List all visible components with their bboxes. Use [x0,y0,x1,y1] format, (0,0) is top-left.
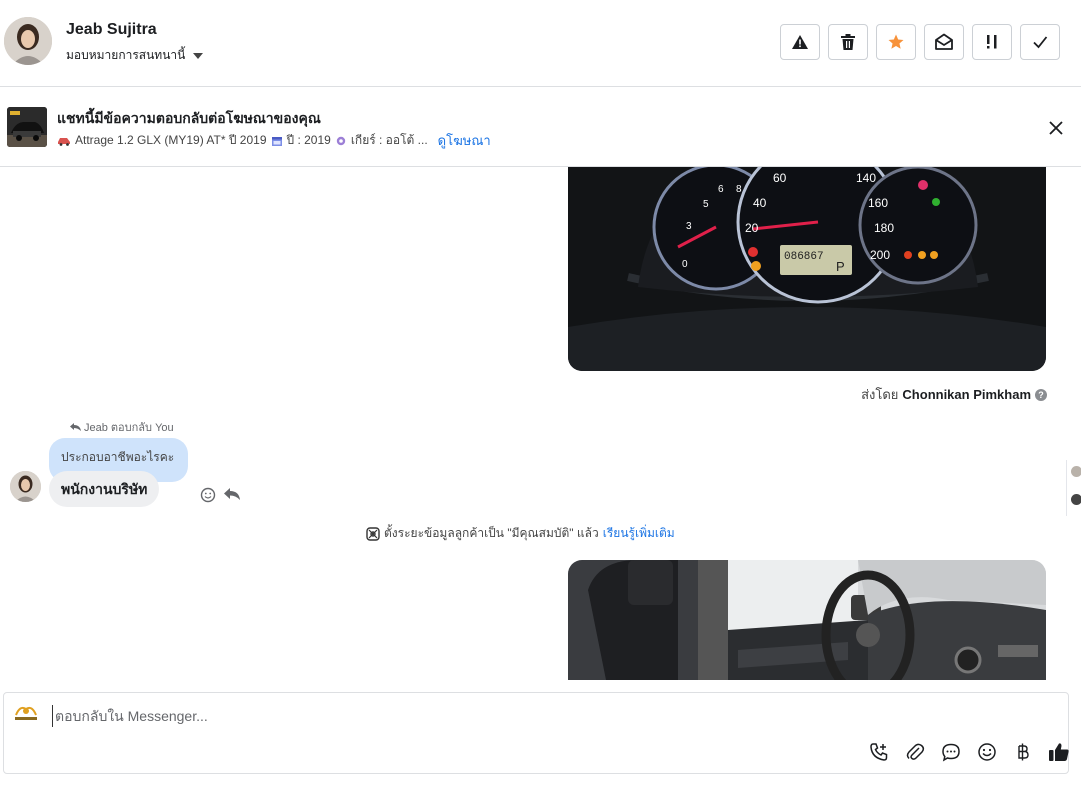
calendar-icon [271,136,282,146]
svg-text:60: 60 [773,171,787,185]
priority-icon [987,35,997,49]
sent-by-prefix: ส่งโดย [861,387,899,402]
svg-text:180: 180 [874,221,894,235]
reply-indicator: Jeab ตอบกลับ You [70,418,174,436]
call-add-icon [870,743,888,761]
mark-spam-button[interactable] [780,24,820,60]
reply-indicator-text: Jeab ตอบกลับ You [84,422,174,434]
dashboard-photo[interactable]: 60 40 20 140 160 180 200 086867 P 5 6 8 … [568,167,1046,371]
reply-icon [224,488,240,500]
contact-name[interactable]: Jeab Sujitra [66,21,157,39]
follow-up-button[interactable] [876,24,916,60]
reply-arrow-icon [70,423,81,431]
incoming-message-bubble[interactable]: พนักงานบริษัท [49,471,160,507]
interior-photo[interactable] [568,560,1046,680]
reply-input[interactable] [52,705,952,727]
emoji-icon [978,743,996,761]
react-button[interactable] [200,487,216,508]
attach-button[interactable] [904,741,926,763]
call-button[interactable] [868,741,890,763]
ad-year: ปี : 2019 [286,133,331,147]
envelope-open-icon [935,33,953,50]
payment-button[interactable] [1012,741,1034,763]
ad-thumbnail[interactable] [7,107,47,147]
baht-icon [1018,743,1029,761]
ad-reply-banner: แชทนี้มีข้อความตอบกลับต่อโฆษณาของคุณ Att… [0,87,1081,167]
close-banner-button[interactable] [1046,118,1066,138]
mark-unread-button[interactable] [924,24,964,60]
svg-text:140: 140 [856,171,876,185]
star-icon [888,34,904,49]
sent-by-name: Chonnikan Pimkham [902,387,1031,402]
svg-text:6: 6 [718,184,724,195]
svg-text:P: P [836,259,845,274]
send-like-button[interactable] [1048,741,1070,763]
svg-text:3: 3 [686,221,692,232]
ad-details: Attrage 1.2 GLX (MY19) AT* ปี 2019 ปี : … [57,130,491,151]
svg-text:20: 20 [745,221,759,235]
svg-text:160: 160 [868,196,888,210]
paperclip-icon [906,743,925,760]
delete-button[interactable] [828,24,868,60]
message-thread[interactable]: 60 40 20 140 160 180 200 086867 P 5 6 8 … [0,167,1081,680]
chat-bubble-icon [942,743,960,762]
trash-icon [841,34,855,50]
svg-text:0: 0 [682,259,688,270]
rail-avatar[interactable] [1071,494,1081,505]
pipeline-icon [366,526,380,541]
ad-gear: เกียร์ : ออโต้ ... [350,133,428,147]
svg-text:200: 200 [870,248,890,262]
svg-text:086867: 086867 [784,251,824,263]
learn-more-link[interactable]: เรียนรู้เพิ่มเติม [603,524,675,543]
gear-icon [336,136,346,145]
ad-banner-title: แชทนี้มีข้อความตอบกลับต่อโฆษณาของคุณ [57,110,321,126]
rail-avatar[interactable] [1071,466,1081,477]
svg-text:40: 40 [753,196,767,210]
page-logo [12,703,40,723]
help-icon[interactable]: ? [1035,388,1047,401]
ad-model: Attrage 1.2 GLX (MY19) AT* ปี 2019 [75,133,267,147]
emoji-button[interactable] [976,741,998,763]
conversation-header: Jeab Sujitra มอบหมายการสนทนานี้ [0,0,1081,87]
svg-text:8: 8 [736,184,742,195]
assign-label: มอบหมายการสนทนานี้ [66,48,186,62]
composer-tools [868,741,1070,763]
reply-button[interactable] [223,486,241,507]
system-note-text: ตั้งระยะข้อมูลลูกค้าเป็น "มีคุณสมบัติ" แ… [384,526,599,540]
system-note: ตั้งระยะข้อมูลลูกค้าเป็น "มีคุณสมบัติ" แ… [366,524,675,543]
message-composer [3,692,1069,774]
car-icon [58,137,70,146]
assign-conversation-dropdown[interactable]: มอบหมายการสนทนานี้ [66,46,204,65]
warning-icon [792,35,808,49]
svg-text:5: 5 [703,199,709,210]
mark-priority-button[interactable] [972,24,1012,60]
check-icon [1033,36,1048,49]
view-ad-link[interactable]: ดูโฆษณา [438,130,491,151]
emoji-icon [200,487,216,503]
thumbs-up-icon [1049,743,1069,761]
contact-avatar[interactable] [4,17,52,65]
close-icon [1049,121,1063,135]
saved-replies-button[interactable] [940,741,962,763]
conversation-actions [780,24,1060,60]
mark-done-button[interactable] [1020,24,1060,60]
sender-avatar[interactable] [10,471,41,502]
chevron-down-icon [193,52,204,59]
sent-by-note: ส่งโดย Chonnikan Pimkham ? [861,384,1047,405]
side-rail [1066,460,1081,516]
